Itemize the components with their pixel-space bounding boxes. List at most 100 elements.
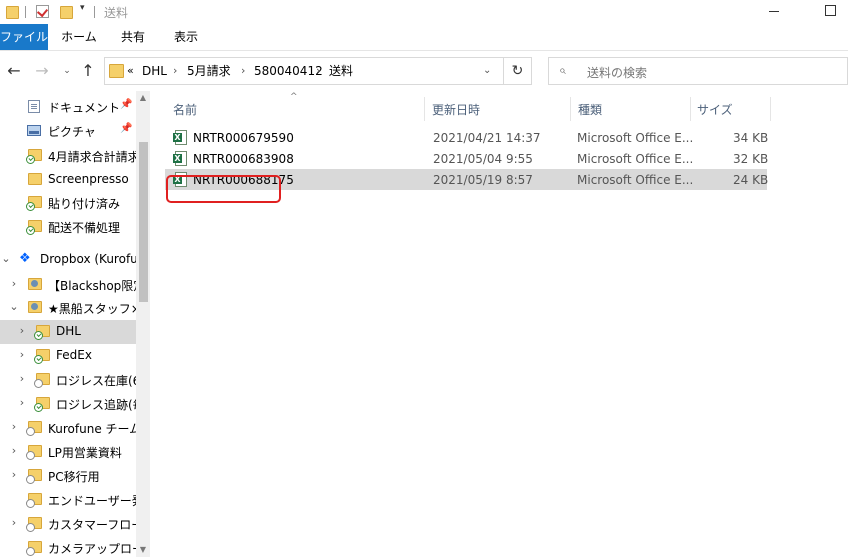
breadcrumb-separator-icon[interactable]: › <box>241 58 245 84</box>
search-box[interactable]: ⌕ 送料の検索 <box>548 57 848 85</box>
navigation-pane: ドキュメント 📌 ピクチャ 📌 4月請求合計請求 Screenpresso 貼り… <box>0 91 150 557</box>
title-bar: ▾ 送料 <box>0 0 848 24</box>
breadcrumb-separator-icon[interactable]: › <box>173 58 177 84</box>
sidebar-item-label: ドキュメント <box>48 101 121 115</box>
customize-toolbar-icon[interactable]: ▾ <box>80 3 85 13</box>
sidebar-item-pictures[interactable]: ピクチャ 📌 <box>0 119 136 143</box>
scroll-down-icon[interactable]: ▼ <box>136 543 150 557</box>
breadcrumb-overflow[interactable]: « <box>127 58 134 84</box>
column-divider[interactable] <box>770 97 771 121</box>
chevron-right-icon[interactable]: › <box>9 444 19 457</box>
sidebar-item-pasted[interactable]: 貼り付け済み <box>0 191 136 215</box>
sidebar-item-label: ★黒船スタッフ×TI <box>48 302 150 316</box>
address-dropdown-chevron-icon[interactable]: ⌄ <box>483 58 491 84</box>
sidebar-scroll-thumb[interactable] <box>139 142 148 302</box>
sidebar-item-camera-upload[interactable]: カメラアップロード <box>0 536 150 557</box>
folder-sync-icon <box>34 349 50 364</box>
file-date: 2021/04/21 14:37 <box>433 131 541 145</box>
file-date: 2021/05/19 8:57 <box>433 173 533 187</box>
file-date: 2021/05/04 9:55 <box>433 152 533 166</box>
column-header-type[interactable]: 種類 <box>578 101 602 118</box>
breadcrumb-separator-icon[interactable]: › <box>316 58 320 84</box>
sidebar-item-label: PC移行用 <box>48 470 100 484</box>
folder-sync-icon <box>26 149 42 164</box>
sidebar-item-label: Kurofune チーム フ <box>48 422 150 436</box>
sidebar-item-documents[interactable]: ドキュメント 📌 <box>0 95 136 119</box>
refresh-button[interactable]: ↻ <box>504 57 532 85</box>
picture-icon <box>27 125 41 136</box>
folder-sync-icon <box>34 325 50 340</box>
sidebar-item-logiless-stock[interactable]: › ロジレス在庫(6の <box>0 368 150 392</box>
breadcrumb-dhl[interactable]: DHL <box>142 58 167 84</box>
chevron-right-icon[interactable]: › <box>17 396 27 409</box>
chevron-down-icon[interactable]: ⌄ <box>1 252 11 265</box>
sidebar-item-logiless-tracking[interactable]: › ロジレス追跡(毎 <box>0 392 145 416</box>
chevron-right-icon[interactable]: › <box>9 516 19 529</box>
scroll-up-icon[interactable]: ▲ <box>136 91 150 105</box>
sidebar-item-pc-migration[interactable]: › PC移行用 <box>0 464 136 488</box>
sidebar-item-kurofune-staff[interactable]: ⌄ ★黒船スタッフ×TI <box>0 296 150 320</box>
search-input[interactable]: 送料の検索 <box>587 64 647 81</box>
column-divider[interactable] <box>570 97 571 121</box>
tab-share[interactable]: 共有 <box>112 24 154 50</box>
sidebar-item-fedex[interactable]: › FedEx <box>0 344 136 368</box>
new-folder-icon[interactable] <box>60 6 73 19</box>
forward-arrow-icon[interactable]: → <box>33 61 51 81</box>
sidebar-item-april-billing[interactable]: 4月請求合計請求 <box>0 144 140 168</box>
ribbon: ファイル ホーム 共有 表示 <box>0 24 848 51</box>
sidebar-item-dropbox[interactable]: ⌄ ❖ Dropbox (Kurofune <box>0 248 150 272</box>
recent-locations-chevron-icon[interactable]: ⌄ <box>58 61 76 81</box>
breadcrumb-account[interactable]: 580040412 <box>254 58 323 84</box>
sidebar-item-dhl[interactable]: › DHL <box>0 320 136 344</box>
folder-team-icon <box>28 278 42 290</box>
tab-home[interactable]: ホーム <box>56 24 102 50</box>
minimize-icon <box>769 11 779 12</box>
minimize-button[interactable] <box>752 0 798 24</box>
folder-local-icon <box>26 469 42 484</box>
chevron-right-icon[interactable]: › <box>17 348 27 361</box>
sidebar-item-kurofune-team[interactable]: › Kurofune チーム フ <box>0 416 150 440</box>
sidebar-item-label: LP用営業資料 <box>48 446 122 460</box>
column-divider[interactable] <box>690 97 691 121</box>
sidebar-item-label: 【Blackshop限定】 <box>48 279 150 293</box>
column-divider[interactable] <box>424 97 425 121</box>
chevron-right-icon[interactable]: › <box>17 372 27 385</box>
breadcrumb-current[interactable]: 送料 <box>329 58 353 84</box>
file-type: Microsoft Office E... <box>577 131 694 145</box>
sidebar-item-blackshop[interactable]: › 【Blackshop限定】 <box>0 273 150 297</box>
breadcrumb-may-billing[interactable]: 5月請求 <box>187 58 231 84</box>
sidebar-item-label: エンドユーザー発送 <box>48 494 150 508</box>
sidebar-item-lp-sales[interactable]: › LP用営業資料 <box>0 440 136 464</box>
sidebar-item-screenpresso[interactable]: Screenpresso <box>0 168 136 192</box>
chevron-right-icon[interactable]: › <box>9 277 19 290</box>
sidebar-item-delivery-issues[interactable]: 配送不備処理 <box>0 215 136 239</box>
properties-icon[interactable] <box>36 5 49 18</box>
refresh-icon: ↻ <box>511 63 524 79</box>
sidebar-item-label: ロジレス追跡(毎 <box>56 398 145 412</box>
file-row[interactable]: X NRTR000683908 2021/05/04 9:55 Microsof… <box>165 148 768 169</box>
sidebar-item-label: カスタマーフロー <box>48 518 144 532</box>
column-header-name[interactable]: 名前 <box>173 101 197 118</box>
up-arrow-icon[interactable]: ↑ <box>79 61 97 81</box>
folder-local-icon <box>26 445 42 460</box>
sidebar-item-customer-flow[interactable]: › カスタマーフロー <box>0 512 143 536</box>
column-header-date[interactable]: 更新日時 <box>432 101 480 118</box>
back-arrow-icon[interactable]: ← <box>5 61 23 81</box>
folder-local-icon <box>26 421 42 436</box>
folder-sync-icon <box>26 220 42 235</box>
red-highlight-annotation <box>166 175 281 203</box>
maximize-button[interactable] <box>825 5 836 16</box>
chevron-right-icon[interactable]: › <box>17 324 27 337</box>
chevron-right-icon[interactable]: › <box>9 468 19 481</box>
pin-icon: 📌 <box>120 99 133 110</box>
address-bar[interactable]: « DHL › 5月請求 › 580040412 › 送料 ⌄ <box>104 57 504 85</box>
sidebar-item-end-user-shipping[interactable]: エンドユーザー発送 <box>0 488 150 512</box>
tab-file[interactable]: ファイル <box>0 24 48 50</box>
tab-view[interactable]: 表示 <box>164 24 208 50</box>
sidebar-item-label: カメラアップロード <box>48 542 150 556</box>
chevron-down-icon[interactable]: ⌄ <box>9 300 19 313</box>
column-header-size[interactable]: サイズ <box>697 101 733 118</box>
chevron-right-icon[interactable]: › <box>9 420 19 433</box>
file-row[interactable]: X NRTR000679590 2021/04/21 14:37 Microso… <box>165 127 768 148</box>
excel-file-icon: X <box>173 130 187 145</box>
